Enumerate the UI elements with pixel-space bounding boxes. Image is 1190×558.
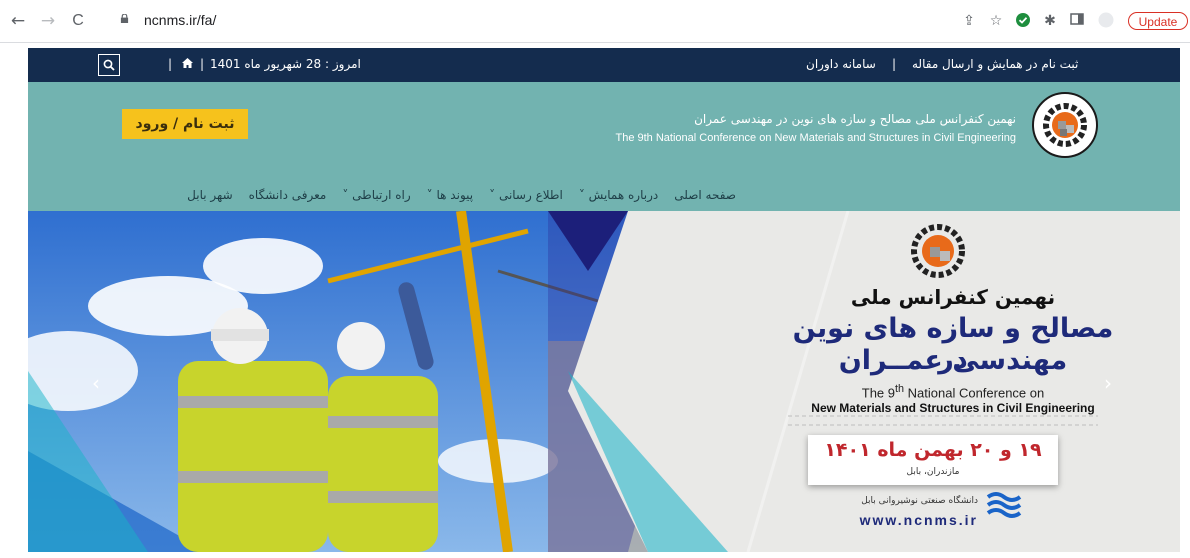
judges-system-link[interactable]: سامانه داوران — [806, 57, 876, 71]
menu-item-babol[interactable]: شهر بابل — [187, 188, 232, 202]
menu-item-contact[interactable]: راه ارتباطی ˅ — [342, 188, 410, 202]
search-icon — [103, 59, 115, 71]
register-login-button[interactable]: ثبت نام / ورود — [122, 109, 248, 139]
menu-item-about[interactable]: درباره همایش ˅ — [579, 188, 658, 202]
banner-en-line-1: The 9th National Conference on — [861, 383, 1045, 401]
event-date-box: ۱۹ و ۲۰ بهمن ماه ۱۴۰۱ مازندران، بابل — [808, 435, 1058, 485]
chevron-down-icon: ˅ — [578, 188, 585, 202]
menu-item-links[interactable]: پیوند ها ˅ — [427, 188, 473, 202]
update-button[interactable]: Update — [1128, 12, 1188, 30]
topbar-sep-2: | — [200, 57, 205, 71]
slider-next-arrow-icon[interactable]: › — [1104, 371, 1112, 395]
share-icon[interactable]: ⇪ — [960, 12, 978, 30]
topbar-sep-1: | — [168, 57, 173, 71]
lock-icon[interactable] — [120, 14, 129, 23]
menu-item-news[interactable]: اطلاع رسانی ˅ — [489, 188, 563, 202]
address-bar[interactable] — [112, 9, 952, 33]
conference-title-fa: نهمین کنفرانس ملی مصالح و سازه های نوین … — [694, 112, 1016, 126]
banner-line-1: نهمین کنفرانس ملی — [850, 285, 1056, 309]
reload-icon[interactable]: C — [68, 11, 88, 31]
banner-line-3: مهندسی عمــران — [838, 345, 1068, 376]
menu-item-university[interactable]: معرفی دانشگاه — [249, 188, 327, 202]
profile-avatar-icon[interactable] — [1097, 12, 1115, 30]
chevron-down-icon: ˅ — [342, 188, 349, 202]
top-bar: | | امروز : 28 شهریور ماه 1401 سامانه دا… — [28, 48, 1180, 82]
chevron-down-icon: ˅ — [426, 188, 433, 202]
today-date: امروز : 28 شهریور ماه 1401 — [210, 57, 361, 71]
menu-item-home[interactable]: صفحه اصلی — [674, 188, 736, 202]
register-submit-link[interactable]: ثبت نام در همایش و ارسال مقاله — [912, 57, 1078, 71]
search-button[interactable] — [98, 54, 120, 76]
browser-toolbar: ← → C ncnms.ir/fa/ ⇪ ☆ ✱ Update — [0, 0, 1190, 43]
conference-title-en: The 9th National Conference on New Mater… — [615, 132, 1017, 144]
website-url: www.ncnms.ir — [859, 512, 978, 528]
url-text[interactable]: ncnms.ir/fa/ — [144, 12, 216, 28]
event-date: ۱۹ و ۲۰ بهمن ماه ۱۴۰۱ — [824, 439, 1042, 461]
site-header: ثبت نام / ورود نهمین کنفرانس ملی مصالح و… — [28, 82, 1180, 211]
bookmark-star-icon[interactable]: ☆ — [987, 12, 1005, 30]
site-frame: | | امروز : 28 شهریور ماه 1401 سامانه دا… — [28, 48, 1180, 552]
slider-prev-arrow-icon[interactable]: ‹ — [92, 371, 100, 395]
conference-logo[interactable] — [1032, 92, 1098, 158]
event-location: مازندران، بابل — [906, 467, 960, 477]
topbar-sep-3: | — [892, 57, 897, 71]
extension-check-icon[interactable] — [1014, 12, 1032, 30]
side-panel-icon[interactable] — [1068, 12, 1086, 30]
extensions-puzzle-icon[interactable]: ✱ — [1041, 12, 1059, 30]
university-name: دانشگاه صنعتی نوشیروانی بابل — [861, 496, 978, 506]
forward-arrow-icon[interactable]: → — [38, 11, 58, 31]
hero-banner-image — [28, 211, 1098, 552]
home-icon[interactable] — [182, 57, 193, 71]
chevron-down-icon: ˅ — [489, 188, 496, 202]
hero-slider[interactable]: نهمین کنفرانس ملی مصالح و سازه های نوین … — [28, 211, 1180, 552]
main-menu: صفحه اصلی درباره همایش ˅ اطلاع رسانی ˅ پ… — [187, 188, 736, 202]
back-arrow-icon[interactable]: ← — [8, 11, 28, 31]
banner-en-line-2: New Materials and Structures in Civil En… — [811, 401, 1095, 415]
